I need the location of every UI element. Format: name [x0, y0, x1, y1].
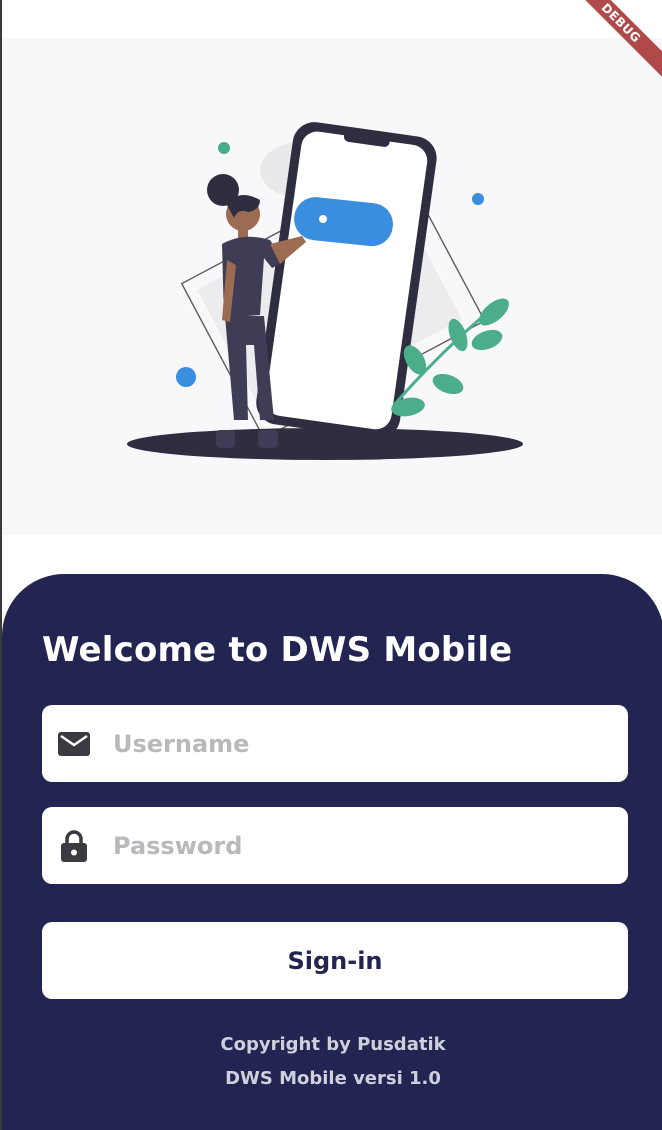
lock-icon: [58, 829, 90, 862]
version-text: DWS Mobile versi 1.0: [225, 1068, 441, 1089]
username-placeholder: Username: [113, 729, 250, 758]
person-phone-illustration: [127, 122, 523, 460]
copyright-text: Copyright by Pusdatik: [220, 1034, 446, 1055]
password-placeholder: Password: [113, 831, 243, 860]
username-field[interactable]: Username: [42, 705, 628, 782]
welcome-title: Welcome to DWS Mobile: [42, 630, 513, 670]
mail-icon: [58, 728, 90, 760]
signin-button[interactable]: Sign-in: [42, 922, 628, 999]
hero-illustration: [2, 38, 662, 535]
login-screen: DEBUG Welcome to DWS Mobile Username Pas…: [0, 0, 662, 1130]
password-field[interactable]: Password: [42, 807, 628, 884]
